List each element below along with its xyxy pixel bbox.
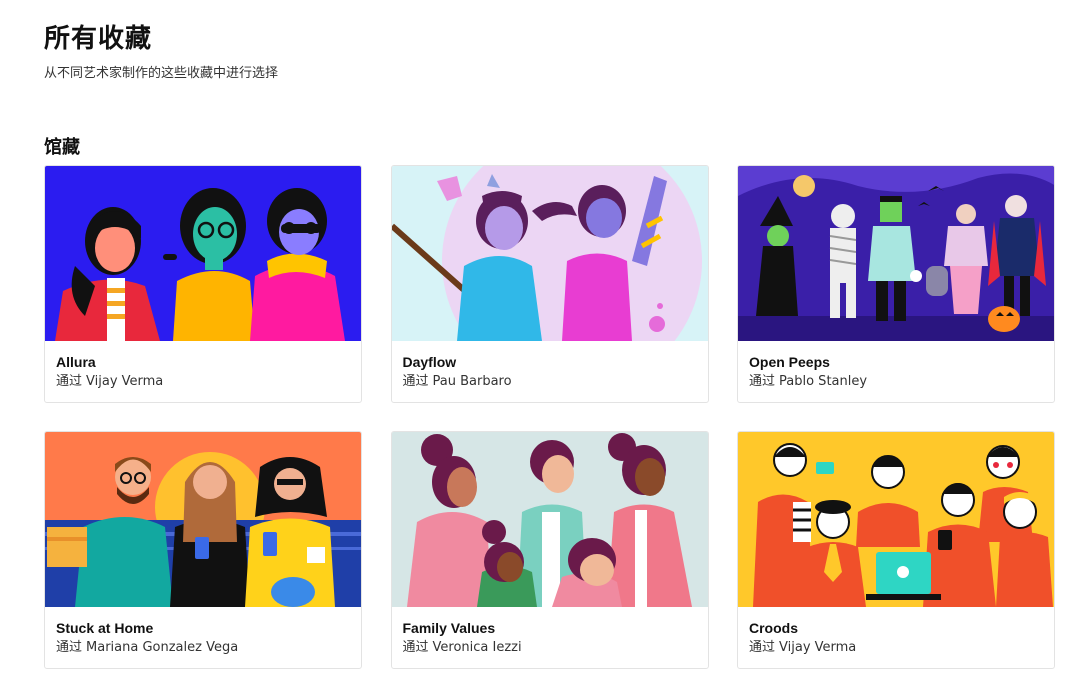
collection-author-line: 通过 Vijay Verma — [749, 638, 1043, 658]
collection-thumbnail[interactable] — [391, 166, 708, 341]
collection-thumbnail[interactable] — [738, 432, 1054, 607]
collection-author[interactable]: Veronica Iezzi — [433, 640, 522, 655]
collection-author[interactable]: Vijay Verma — [86, 374, 163, 389]
section-title: 馆藏 — [44, 137, 80, 158]
page-subtitle: 从不同艺术家制作的这些收藏中进行选择 — [44, 66, 279, 81]
collection-grid: Allura 通过 Vijay Verma Dayflow 通过 Pau Bar… — [44, 165, 1055, 669]
by-label: 通过 — [749, 374, 776, 389]
by-label: 通过 — [56, 640, 83, 655]
page-title: 所有收藏 — [44, 24, 153, 54]
collection-name[interactable]: Open Peeps — [749, 353, 1043, 371]
by-label: 通过 — [402, 374, 429, 389]
collection-author-line: 通过 Mariana Gonzalez Vega — [56, 638, 350, 658]
collection-card-dayflow[interactable]: Dayflow 通过 Pau Barbaro — [390, 165, 709, 403]
collection-author[interactable]: Mariana Gonzalez Vega — [86, 640, 238, 655]
collection-author-line: 通过 Vijay Verma — [56, 372, 350, 392]
collection-thumbnail[interactable] — [391, 432, 708, 607]
collection-name[interactable]: Croods — [749, 619, 1043, 637]
collection-author-line: 通过 Pau Barbaro — [403, 372, 697, 392]
collection-thumbnail[interactable] — [738, 166, 1054, 341]
collection-name[interactable]: Stuck at Home — [56, 619, 350, 637]
collection-card-open-peeps[interactable]: Open Peeps 通过 Pablo Stanley — [737, 165, 1055, 403]
by-label: 通过 — [56, 374, 83, 389]
collection-author-line: 通过 Veronica Iezzi — [403, 638, 697, 658]
collection-author[interactable]: Pau Barbaro — [433, 374, 512, 389]
by-label: 通过 — [402, 640, 429, 655]
collection-author[interactable]: Pablo Stanley — [779, 374, 867, 389]
collection-card-stuck-at-home[interactable]: Stuck at Home 通过 Mariana Gonzalez Vega — [44, 431, 362, 669]
by-label: 通过 — [749, 640, 776, 655]
collection-card-croods[interactable]: Croods 通过 Vijay Verma — [737, 431, 1055, 669]
collection-card-family-values[interactable]: Family Values 通过 Veronica Iezzi — [390, 431, 709, 669]
collection-name[interactable]: Family Values — [403, 619, 697, 637]
collection-author-line: 通过 Pablo Stanley — [749, 372, 1043, 392]
collection-thumbnail[interactable] — [45, 166, 361, 341]
collection-author[interactable]: Vijay Verma — [779, 640, 856, 655]
collection-thumbnail[interactable] — [45, 432, 361, 607]
collection-name[interactable]: Allura — [56, 353, 350, 371]
collection-name[interactable]: Dayflow — [403, 353, 697, 371]
collection-card-allura[interactable]: Allura 通过 Vijay Verma — [44, 165, 362, 403]
